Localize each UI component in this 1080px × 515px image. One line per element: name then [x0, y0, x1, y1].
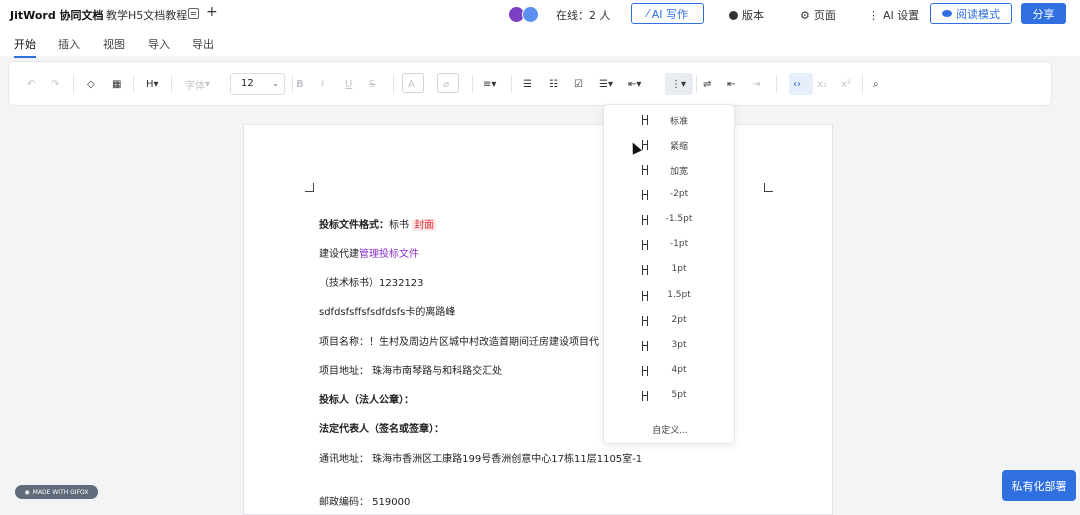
menu-item-spacing[interactable]: 加宽 — [604, 161, 736, 181]
menu-item-spacing[interactable]: 1pt — [604, 261, 736, 281]
line-spacing-icon — [642, 115, 648, 125]
bullet-list-icon[interactable]: ☰ — [523, 77, 532, 91]
cover-tag: 封面 — [412, 220, 437, 231]
document-icon[interactable] — [188, 8, 199, 19]
avatar-user-2[interactable] — [522, 6, 539, 23]
tab-view[interactable]: 视图 — [103, 36, 125, 52]
heading-select[interactable]: H ▾ — [146, 77, 159, 91]
outdent-select-icon[interactable]: ⇤▾ — [628, 77, 641, 91]
magic-wand-icon: ⁄ — [646, 7, 649, 20]
clear-format-icon[interactable]: ◇ — [87, 77, 95, 91]
gear-icon: ⚙ — [800, 8, 810, 22]
version-button[interactable]: 版本 — [729, 7, 764, 23]
line-spacing-icon — [642, 215, 648, 225]
doc-line[interactable]: 项目地址： 珠海市南琴路与和科路交汇处 — [319, 362, 502, 377]
menu-item-spacing[interactable]: 5pt — [604, 387, 736, 407]
made-with-badge: ◉ MADE WITH GIFOX — [15, 485, 98, 499]
superscript-icon[interactable]: x² — [841, 77, 851, 91]
gifox-logo-icon: ◉ — [24, 488, 30, 496]
line-spacing-menu: 标准 紧缩 加宽 -2pt -1.5pt -1pt 1pt 1.5pt 2pt … — [603, 104, 735, 444]
tab-start[interactable]: 开始 — [14, 36, 36, 58]
highlight-icon: ⌀ — [443, 78, 450, 90]
doc-line[interactable]: 项目名称：！生村及周边片区城中村改造首期间迁房建设项目代 — [319, 333, 599, 348]
doc-line[interactable]: （技术标书）1232123 — [319, 274, 424, 289]
menu-item-spacing[interactable]: -1pt — [604, 236, 736, 256]
line-spacing-icon — [642, 240, 648, 250]
line-spacing-icon — [642, 291, 648, 301]
chevron-down-icon: ⌄ — [272, 79, 279, 88]
doc-line[interactable]: 投标文件格式：标书 封面 — [319, 216, 437, 231]
ordered-list-icon[interactable]: ☷ — [549, 77, 558, 91]
tab-import[interactable]: 导入 — [148, 36, 170, 52]
ai-write-button[interactable]: ⁄ AI 写作 — [631, 3, 704, 24]
app-brand: JitWord 协同文档 — [10, 9, 104, 22]
font-size-select[interactable]: 12 ⌄ — [230, 73, 285, 95]
decrease-indent-icon[interactable]: ⇤ — [727, 77, 735, 91]
eye-icon — [942, 10, 952, 17]
private-deploy-button[interactable]: 私有化部署 — [1002, 470, 1076, 501]
code-icon[interactable]: ‹› — [793, 77, 801, 91]
page-corner-marker — [305, 183, 314, 192]
underline-icon[interactable]: U — [345, 77, 352, 91]
format-painter-icon[interactable]: ▦ — [112, 77, 121, 91]
top-header: JitWord 协同文档 教学H5文档教程 + 在线：2 人 ⁄ AI 写作 版… — [0, 0, 1080, 30]
line-spacing-icon — [642, 265, 648, 275]
line-spacing-icon — [642, 316, 648, 326]
doc-line[interactable]: 投标人（法人公章）： — [319, 391, 414, 406]
undo-icon[interactable]: ↶ — [27, 77, 35, 91]
doc-line[interactable]: 邮政编码： 519000 — [319, 493, 410, 508]
doc-line[interactable]: sdfdsfsffsfsdfdsfs卡的离路峰 — [319, 303, 455, 318]
line-spacing-icon — [642, 366, 648, 376]
menu-tabs: 开始 插入 视图 导入 导出 — [0, 30, 1080, 58]
page-corner-marker — [764, 183, 773, 192]
menu-item-spacing[interactable]: -1.5pt — [604, 211, 736, 231]
bold-icon[interactable]: B — [296, 77, 304, 91]
search-icon[interactable]: ⌕ — [873, 77, 879, 91]
menu-item-custom[interactable]: 自定义... — [604, 423, 736, 436]
italic-icon[interactable]: I — [321, 77, 324, 91]
line-spacing-icon — [642, 190, 648, 200]
add-document-plus-icon[interactable]: + — [206, 4, 218, 20]
subscript-icon[interactable]: x₂ — [817, 77, 827, 91]
task-list-icon[interactable]: ☑ — [574, 77, 583, 91]
page-settings-button[interactable]: ⚙ 页面 — [800, 7, 836, 23]
strikethrough-icon[interactable]: S — [369, 77, 375, 91]
menu-item-spacing[interactable]: 1.5pt — [604, 287, 736, 307]
doc-link[interactable]: 管理投标文件 — [359, 249, 419, 260]
menu-item-spacing[interactable]: 2pt — [604, 312, 736, 332]
indent-select-icon[interactable]: ☰▾ — [599, 77, 613, 91]
line-spacing-icon — [642, 165, 648, 175]
doc-line[interactable]: 法定代表人（签名或签章）： — [319, 420, 444, 435]
line-spacing-icon[interactable]: ⋮▾ — [671, 77, 686, 91]
increase-indent-icon[interactable]: ⇥ — [752, 77, 760, 91]
ai-settings-button[interactable]: ⋮ AI 设置 — [868, 7, 919, 23]
menu-item-spacing[interactable]: -2pt — [604, 186, 736, 206]
version-icon — [729, 10, 738, 20]
align-select-icon[interactable]: ≡▾ — [483, 77, 496, 91]
online-count: 在线：2 人 — [556, 9, 611, 22]
tab-insert[interactable]: 插入 — [58, 36, 80, 52]
paragraph-spacing-icon[interactable]: ⇌ — [703, 77, 711, 91]
share-button[interactable]: 分享 — [1021, 3, 1066, 24]
menu-item-spacing[interactable]: 紧缩 — [604, 136, 736, 156]
redo-icon[interactable]: ↷ — [51, 77, 59, 91]
tab-export[interactable]: 导出 — [192, 36, 214, 52]
document-title[interactable]: 教学H5文档教程 — [106, 7, 187, 23]
menu-item-spacing[interactable]: 标准 — [604, 111, 736, 131]
line-spacing-icon — [642, 391, 648, 401]
line-spacing-icon — [642, 140, 648, 150]
formatting-toolbar: ↶ ↷ ◇ ▦ H ▾ 字体 ▾ 12 ⌄ B I U S A ⌀ ≡▾ ☰ ☷ ☑… — [8, 61, 1052, 106]
menu-item-spacing[interactable]: 4pt — [604, 362, 736, 382]
more-vertical-icon: ⋮ — [868, 8, 879, 22]
read-mode-button[interactable]: 阅读模式 — [930, 3, 1012, 24]
menu-item-spacing[interactable]: 3pt — [604, 337, 736, 357]
font-family-select[interactable]: 字体 ▾ — [185, 77, 210, 92]
doc-line[interactable]: 建设代建管理投标文件 — [319, 245, 419, 260]
doc-line[interactable]: 通讯地址： 珠海市香洲区工康路199号香洲创意中心17栋11层1105室-1 — [319, 450, 642, 465]
document-page[interactable]: 投标文件格式：标书 封面 建设代建管理投标文件 （技术标书）1232123 sd… — [243, 124, 833, 515]
font-color-icon: A — [408, 78, 415, 90]
line-spacing-icon — [642, 341, 648, 351]
